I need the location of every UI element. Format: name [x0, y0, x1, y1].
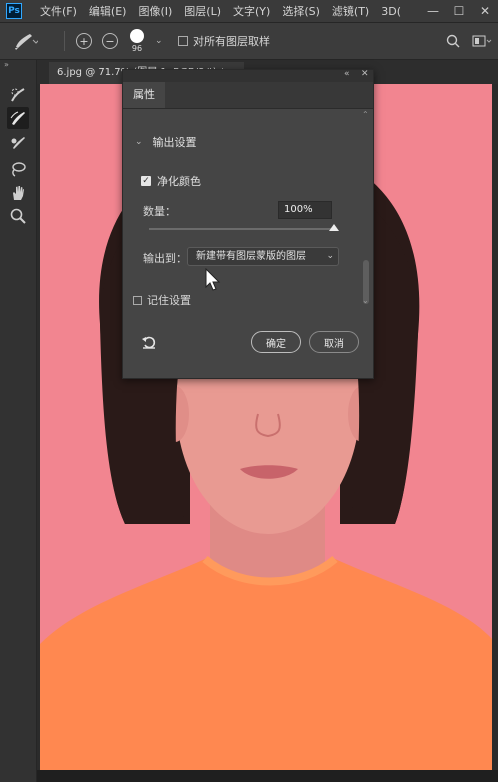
search-icon[interactable]: [446, 23, 460, 59]
panel-scrollbar[interactable]: ⌃ ⌄: [361, 110, 371, 306]
quick-selection-tool-icon[interactable]: [9, 86, 27, 104]
options-bar: + − 96 ⌄ 对所有图层取样: [0, 23, 498, 60]
tab-properties[interactable]: 属性: [123, 82, 165, 108]
separator: [64, 31, 65, 51]
menu-bar: Ps 文件(F) 编辑(E) 图像(I) 图层(L) 文字(Y) 选择(S) 滤…: [0, 0, 498, 23]
subtract-from-selection-button[interactable]: −: [102, 23, 118, 59]
sample-all-layers-checkbox[interactable]: [178, 36, 188, 46]
close-icon[interactable]: ✕: [472, 0, 498, 22]
canvas-bottom-bar: [37, 770, 498, 782]
menu-layer[interactable]: 图层(L): [184, 3, 221, 19]
chevron-down-icon: ⌄: [135, 137, 143, 147]
close-panel-icon[interactable]: ✕: [361, 69, 369, 79]
tools-panel: »: [0, 60, 37, 782]
amount-slider-track[interactable]: [149, 228, 333, 230]
panel-title-bar[interactable]: « ✕: [123, 69, 373, 82]
decontaminate-colors-option[interactable]: ✓ 净化颜色: [141, 173, 201, 189]
output-to-value: 新建带有图层蒙版的图层: [196, 251, 306, 262]
remember-settings-label: 记住设置: [147, 294, 191, 307]
amount-slider-thumb[interactable]: [329, 224, 339, 231]
maximize-icon[interactable]: ☐: [446, 0, 472, 22]
remember-settings-option[interactable]: 记住设置: [133, 292, 191, 308]
ok-button[interactable]: 确定: [251, 331, 301, 353]
brush-tool-icon[interactable]: [9, 134, 27, 152]
reset-icon[interactable]: [141, 334, 157, 353]
minus-icon: −: [102, 33, 118, 49]
cancel-button[interactable]: 取消: [309, 331, 359, 353]
minimize-icon[interactable]: —: [420, 0, 446, 22]
chevron-down-icon[interactable]: ⌄: [155, 23, 163, 59]
chevron-down-icon: ⌄: [326, 251, 334, 261]
menu-type[interactable]: 文字(Y): [233, 3, 270, 19]
panel-tabs: 属性: [123, 82, 373, 109]
sample-all-layers-label: 对所有图层取样: [193, 35, 270, 48]
expand-toolbar-icon[interactable]: »: [4, 60, 9, 69]
amount-input[interactable]: 100%: [278, 201, 332, 219]
photoshop-logo: Ps: [6, 3, 22, 19]
refine-edge-brush-tool-icon[interactable]: [7, 107, 29, 129]
output-to-label: 输出到：: [143, 252, 187, 265]
add-to-selection-button[interactable]: +: [76, 23, 92, 59]
brush-tool-preset-icon[interactable]: [12, 23, 38, 59]
menu-3d[interactable]: 3D(: [381, 5, 401, 18]
output-to-select[interactable]: 新建带有图层蒙版的图层 ⌄: [187, 247, 339, 266]
menu-image[interactable]: 图像(I): [138, 3, 172, 19]
menu-edit[interactable]: 编辑(E): [89, 3, 127, 19]
brush-size-value: 96: [131, 44, 143, 53]
properties-panel: « ✕ 属性 ⌄ 输出设置 ✓ 净化颜色 数量： 100% 输出到： 新建带有图…: [122, 69, 374, 379]
sample-all-layers-option[interactable]: 对所有图层取样: [178, 23, 270, 59]
mouse-pointer-icon: [205, 267, 221, 295]
collapse-panel-icon[interactable]: «: [344, 69, 350, 79]
zoom-tool-icon[interactable]: [9, 207, 27, 225]
output-settings-title: 输出设置: [152, 136, 197, 149]
menu-filter[interactable]: 滤镜(T): [332, 3, 369, 19]
menu-select[interactable]: 选择(S): [282, 3, 320, 19]
amount-label: 数量：: [143, 205, 176, 218]
workspace-icon[interactable]: [472, 23, 492, 59]
hand-tool-icon[interactable]: [9, 184, 27, 202]
window-controls: — ☐ ✕: [420, 0, 498, 22]
lasso-tool-icon[interactable]: [9, 160, 27, 178]
brush-size-picker[interactable]: 96: [130, 23, 144, 59]
plus-icon: +: [76, 33, 92, 49]
scroll-up-icon[interactable]: ⌃: [362, 110, 369, 119]
remember-settings-checkbox[interactable]: [133, 295, 142, 305]
decontaminate-colors-checkbox[interactable]: ✓: [141, 176, 151, 186]
decontaminate-colors-label: 净化颜色: [157, 175, 201, 188]
brush-tip-icon: [130, 29, 144, 43]
menu-file[interactable]: 文件(F): [40, 3, 77, 19]
output-settings-header[interactable]: ⌄ 输出设置: [135, 134, 197, 150]
scroll-down-icon[interactable]: ⌄: [362, 296, 369, 305]
